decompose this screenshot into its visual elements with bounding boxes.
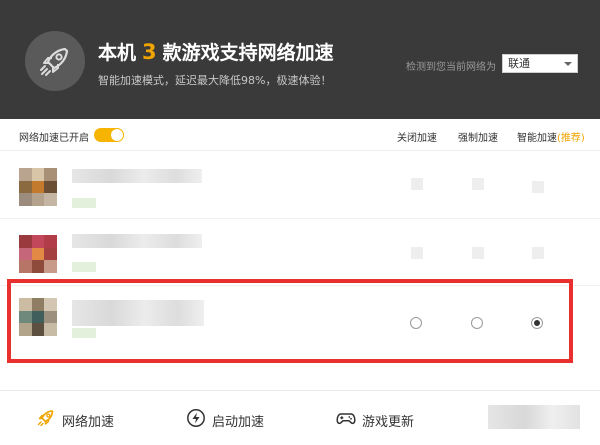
nav-label: 启动加速 (212, 415, 265, 430)
game-row (0, 152, 600, 218)
game-name-blurred (72, 234, 202, 248)
option-blurred (411, 247, 423, 259)
game-count: 3 (142, 40, 157, 64)
game-row (0, 219, 600, 285)
game-tag-blurred (72, 198, 96, 208)
rocket-icon (36, 408, 56, 428)
acceleration-toggle[interactable] (94, 128, 124, 142)
column-header-off: 关闭加速 (397, 133, 437, 144)
rocket-logo-icon (25, 31, 85, 91)
nav-game-update[interactable]: 游戏更新 (300, 391, 450, 445)
option-blurred (472, 247, 484, 259)
option-blurred (532, 247, 544, 259)
chevron-down-icon (564, 62, 572, 66)
nav-label: 网络加速 (62, 415, 115, 430)
option-blurred (411, 178, 423, 190)
recommended-note: (推荐) (557, 133, 585, 144)
network-label: 检测到您当前网络为 (406, 62, 496, 73)
game-thumbnail (19, 168, 57, 206)
game-name-blurred (72, 169, 202, 183)
game-thumbnail (19, 235, 57, 273)
acceleration-header-row: 网络加速已开启 关闭加速 强制加速 智能加速(推荐) (0, 119, 600, 151)
network-select-value: 联通 (508, 57, 530, 70)
page-title: 本机 3 款游戏支持网络加速 (98, 38, 334, 65)
column-header-force: 强制加速 (458, 133, 498, 144)
option-blurred (532, 181, 544, 193)
title-suffix: 款游戏支持网络加速 (162, 42, 334, 64)
nav-item-blurred[interactable] (488, 405, 580, 429)
network-select[interactable]: 联通 (502, 54, 578, 73)
nav-launch-acceleration[interactable]: 启动加速 (150, 391, 300, 445)
toggle-knob (111, 129, 123, 141)
highlight-box (7, 279, 573, 363)
nav-network-acceleration[interactable]: 网络加速 (0, 391, 150, 445)
acceleration-toggle-label: 网络加速已开启 (19, 133, 89, 144)
gamepad-icon (336, 408, 356, 428)
header-banner: 本机 3 款游戏支持网络加速 智能加速模式，延迟最大降低98%，极速体验！ 检测到您… (0, 0, 600, 119)
nav-label: 游戏更新 (362, 415, 415, 430)
column-header-smart-label: 智能加速 (517, 133, 557, 144)
option-blurred (472, 178, 484, 190)
title-prefix: 本机 (98, 42, 137, 64)
game-tag-blurred (72, 262, 96, 272)
column-header-smart: 智能加速(推荐) (517, 129, 585, 144)
page-subtitle: 智能加速模式，延迟最大降低98%，极速体验！ (98, 74, 332, 87)
lightning-icon (186, 408, 206, 428)
